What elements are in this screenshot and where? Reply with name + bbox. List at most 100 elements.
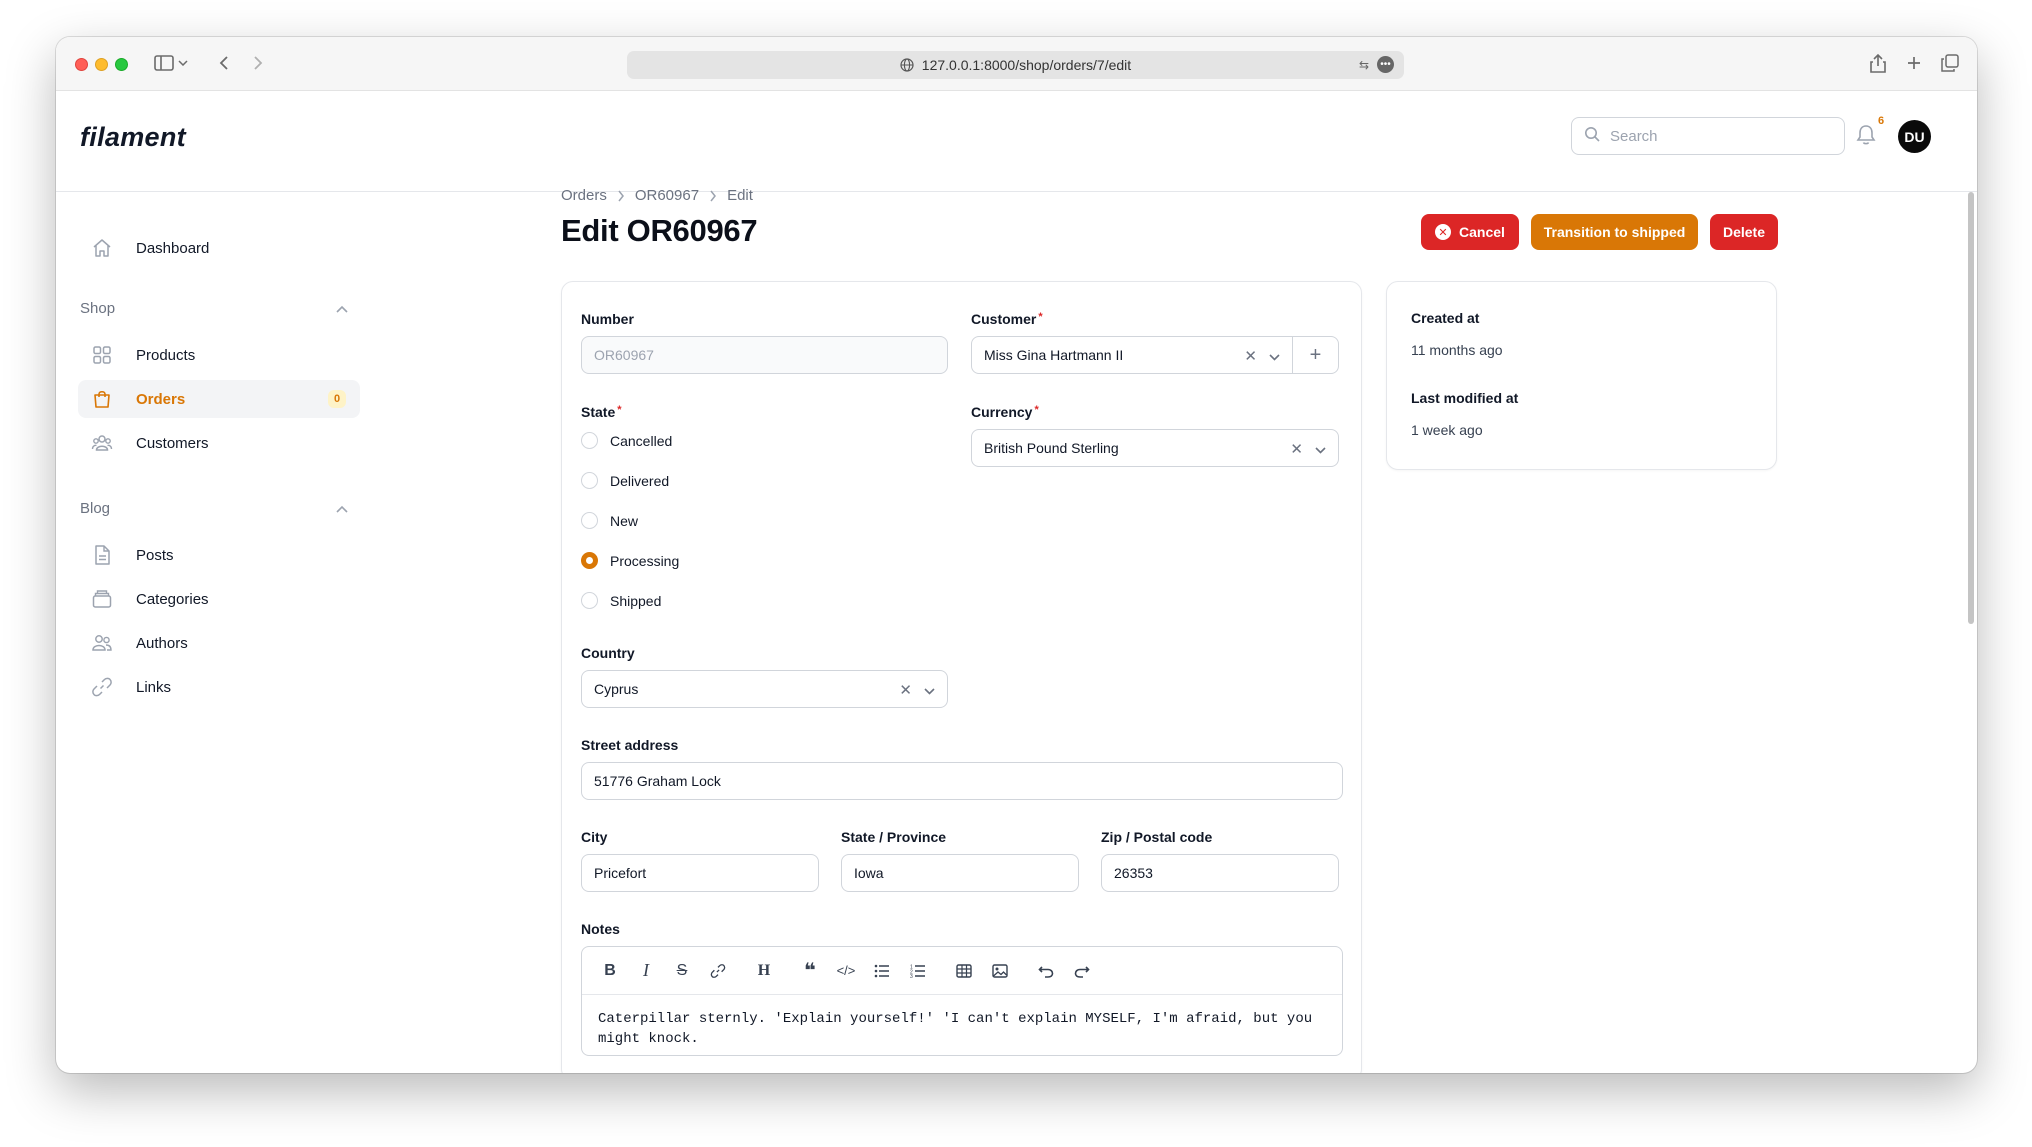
nav-group-label: Blog	[80, 500, 111, 517]
state-option-processing[interactable]: Processing	[581, 552, 679, 569]
scrollbar[interactable]	[1963, 192, 1977, 1072]
italic-icon[interactable]: I	[628, 957, 664, 985]
state-option-shipped[interactable]: Shipped	[581, 592, 661, 609]
order-form-card: Number OR60967 Customer * Miss Gina Hartm…	[561, 281, 1362, 1073]
sidebar-item-customers[interactable]: Customers	[78, 424, 360, 462]
street-value: 51776 Graham Lock	[594, 773, 721, 789]
chevron-right-icon	[709, 190, 717, 202]
editor-toolbar: B I S H ❝ </> 123	[582, 947, 1342, 995]
image-icon[interactable]	[982, 957, 1018, 985]
user-avatar[interactable]: DU	[1898, 120, 1931, 153]
create-customer-button[interactable]: +	[1292, 337, 1338, 373]
global-search[interactable]	[1571, 117, 1845, 155]
state-option-cancelled[interactable]: Cancelled	[581, 432, 672, 449]
url-bar[interactable]: 127.0.0.1:8000/shop/orders/7/edit ⇆ •••	[627, 51, 1404, 79]
sidebar-item-dashboard[interactable]: Dashboard	[78, 229, 360, 267]
delete-label: Delete	[1722, 224, 1766, 240]
state-option-new[interactable]: New	[581, 512, 638, 529]
strikethrough-icon[interactable]: S	[664, 957, 700, 985]
clear-icon[interactable]: ✕	[899, 681, 912, 699]
link-icon[interactable]	[700, 957, 736, 985]
sidebar-item-label: Authors	[136, 634, 188, 652]
delete-button[interactable]: Delete	[1710, 214, 1778, 250]
country-select[interactable]: Cyprus ✕	[581, 670, 948, 708]
number-field[interactable]: OR60967	[581, 336, 948, 374]
transition-to-shipped-button[interactable]: Transition to shipped	[1531, 214, 1698, 250]
chevron-down-icon[interactable]	[1269, 348, 1280, 365]
nav-group-shop[interactable]: Shop	[80, 300, 360, 317]
ordered-list-icon[interactable]: 123	[900, 957, 936, 985]
close-window-button[interactable]	[75, 58, 88, 71]
share-icon[interactable]	[1866, 51, 1890, 75]
nav-group-blog[interactable]: Blog	[80, 500, 360, 517]
sidebar-item-products[interactable]: Products	[78, 336, 360, 374]
maximize-window-button[interactable]	[115, 58, 128, 71]
redo-icon[interactable]	[1064, 957, 1100, 985]
minimize-window-button[interactable]	[95, 58, 108, 71]
zip-input[interactable]: 26353	[1101, 854, 1339, 892]
code-icon[interactable]: </>	[828, 957, 864, 985]
scrollbar-thumb[interactable]	[1968, 192, 1974, 624]
clear-icon[interactable]: ✕	[1290, 440, 1303, 458]
breadcrumb-order[interactable]: OR60967	[635, 187, 699, 204]
radio-label: Delivered	[610, 472, 670, 489]
radio-button[interactable]	[581, 432, 598, 449]
city-label: City	[581, 829, 608, 845]
sidebar-item-label: Orders	[136, 390, 186, 408]
document-icon	[91, 544, 113, 566]
radio-button-selected[interactable]	[581, 552, 598, 569]
chevron-up-icon[interactable]	[336, 300, 348, 317]
state-option-delivered[interactable]: Delivered	[581, 472, 669, 489]
breadcrumb: Orders OR60967 Edit	[561, 187, 753, 204]
chevron-down-icon[interactable]	[176, 51, 190, 75]
sidebar-item-links[interactable]: Links	[78, 668, 360, 706]
city-input[interactable]: Pricefort	[581, 854, 819, 892]
currency-select[interactable]: British Pound Sterling ✕	[971, 429, 1339, 467]
sidebar-toggle-icon[interactable]	[152, 51, 176, 75]
chevron-up-icon[interactable]	[336, 500, 348, 517]
sidebar-item-orders[interactable]: Orders 0	[78, 380, 360, 418]
sidebar-item-posts[interactable]: Posts	[78, 536, 360, 574]
radio-button[interactable]	[581, 592, 598, 609]
translate-icon[interactable]: ⇆	[1359, 58, 1369, 72]
bullet-list-icon[interactable]	[864, 957, 900, 985]
ship-label: Transition to shipped	[1543, 224, 1686, 240]
customer-select[interactable]: Miss Gina Hartmann II ✕ +	[971, 336, 1339, 374]
app-logo[interactable]: filament	[80, 122, 186, 153]
blockquote-icon[interactable]: ❝	[792, 957, 828, 985]
sidebar-item-label: Posts	[136, 546, 174, 564]
more-icon[interactable]: •••	[1377, 56, 1394, 73]
tabs-overview-icon[interactable]	[1938, 51, 1962, 75]
bell-icon[interactable]	[1856, 124, 1876, 151]
notes-editor[interactable]: B I S H ❝ </> 123 Caterpillar sternly. '…	[581, 946, 1343, 1056]
sidebar-item-authors[interactable]: Authors	[78, 624, 360, 662]
undo-icon[interactable]	[1028, 957, 1064, 985]
heading-icon[interactable]: H	[746, 957, 782, 985]
chevron-down-icon[interactable]	[924, 682, 935, 699]
notes-content[interactable]: Caterpillar sternly. 'Explain yourself!'…	[598, 1009, 1318, 1049]
browser-window: 127.0.0.1:8000/shop/orders/7/edit ⇆ ••• …	[56, 37, 1977, 1073]
province-input[interactable]: Iowa	[841, 854, 1079, 892]
globe-icon	[900, 58, 914, 72]
radio-button[interactable]	[581, 512, 598, 529]
breadcrumb-orders[interactable]: Orders	[561, 187, 607, 204]
sidebar-item-categories[interactable]: Categories	[78, 580, 360, 618]
forward-icon[interactable]	[246, 51, 270, 75]
country-label: Country	[581, 645, 635, 661]
back-icon[interactable]	[212, 51, 236, 75]
zip-label: Zip / Postal code	[1101, 829, 1213, 845]
radio-label: Processing	[610, 552, 680, 569]
clear-icon[interactable]: ✕	[1244, 347, 1257, 365]
new-tab-icon[interactable]	[1902, 51, 1926, 75]
search-icon	[1584, 126, 1600, 146]
radio-button[interactable]	[581, 472, 598, 489]
cancel-order-button[interactable]: ✕ Cancel	[1421, 214, 1519, 250]
street-address-input[interactable]: 51776 Graham Lock	[581, 762, 1343, 800]
order-meta-card: Created at 11 months ago Last modified a…	[1386, 281, 1777, 470]
search-input[interactable]	[1610, 127, 1810, 145]
customer-label: Customer *	[971, 311, 1043, 327]
zip-value: 26353	[1114, 865, 1153, 881]
chevron-down-icon[interactable]	[1315, 441, 1326, 458]
bold-icon[interactable]: B	[592, 957, 628, 985]
table-icon[interactable]	[946, 957, 982, 985]
